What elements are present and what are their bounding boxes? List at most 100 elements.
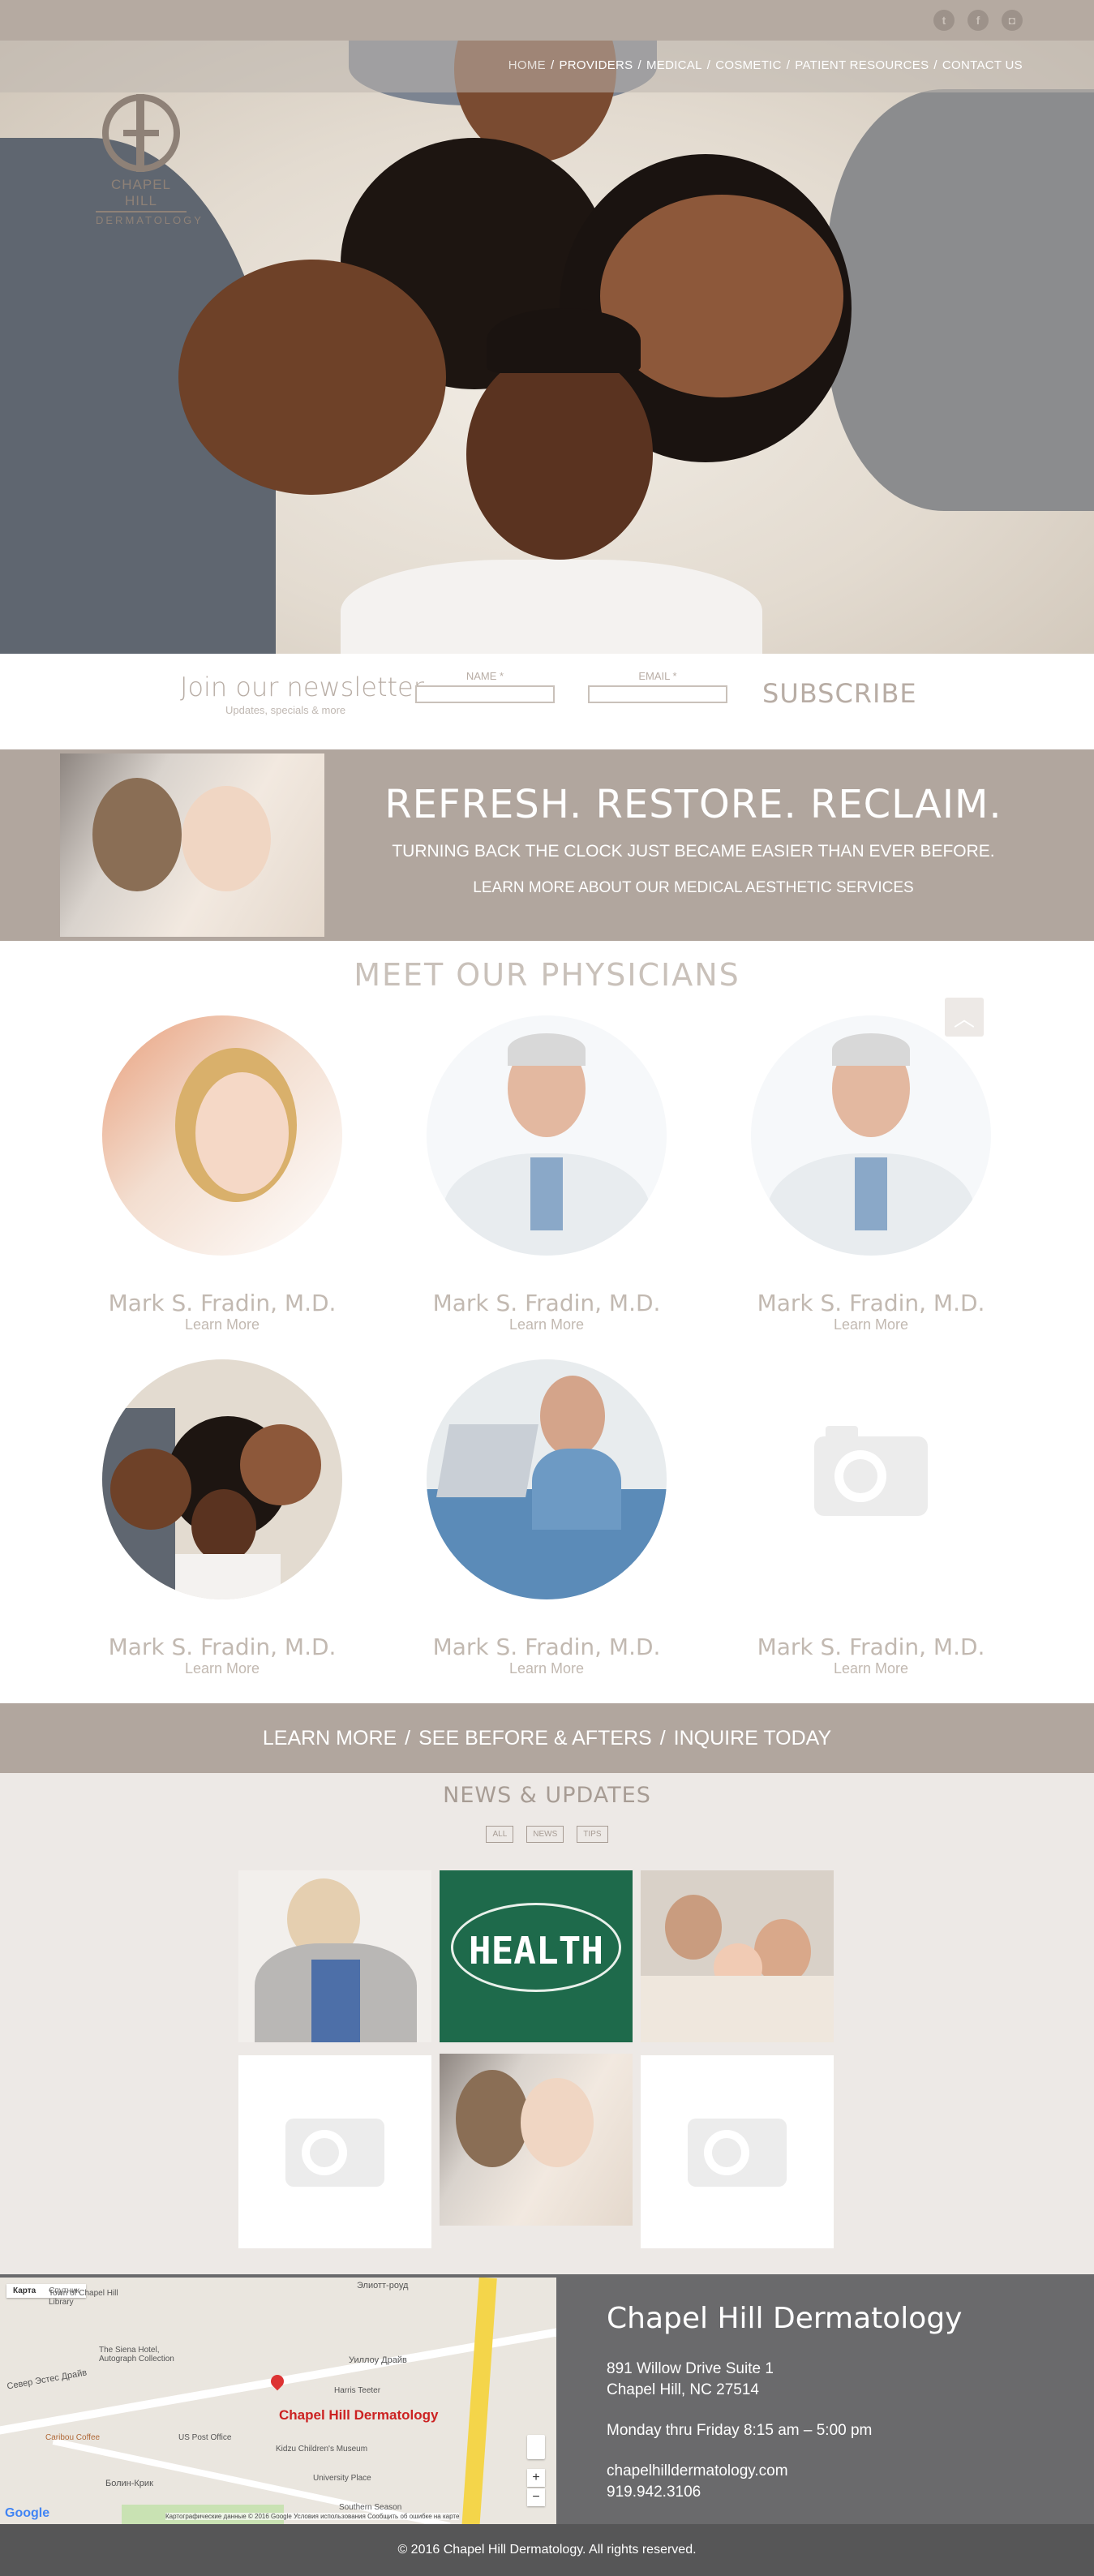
map-label: Harris Teeter xyxy=(334,2386,381,2395)
learn-more-link[interactable]: Learn More xyxy=(101,1660,344,1677)
health-board-text: HEALTH xyxy=(468,1929,604,1973)
location-map[interactable]: Карта Спутник Town of Chapel Hill Librar… xyxy=(0,2278,556,2524)
nav-cosmetic[interactable]: COSMETIC xyxy=(715,58,782,72)
map-marker-label: Chapel Hill Dermatology xyxy=(279,2407,439,2423)
nav-separator: / xyxy=(550,58,555,72)
physician-name: Mark S. Fradin, M.D. xyxy=(757,1290,985,1316)
map-label: The Siena Hotel, Autograph Collection xyxy=(99,2346,174,2363)
logo-name: Chapel Hill xyxy=(110,177,172,208)
office-hours: Monday thru Friday 8:15 am – 5:00 pm xyxy=(607,2422,873,2439)
social-links: t f ◘ xyxy=(933,10,1023,31)
physician-name: Mark S. Fradin, M.D. xyxy=(108,1290,337,1316)
learn-more-link[interactable]: Learn More xyxy=(101,1316,344,1333)
name-input[interactable] xyxy=(415,685,555,703)
physician-name: Mark S. Fradin, M.D. xyxy=(757,1634,985,1660)
newsletter-section: Join our newsletter Updates, specials & … xyxy=(0,654,1094,749)
cta-bar: LEARN MORE / SEE BEFORE & AFTERS / INQUI… xyxy=(0,1703,1094,1773)
physician-card[interactable]: Mark S. Fradin, M.D. Learn More xyxy=(749,1359,993,1677)
camera-placeholder-icon xyxy=(688,2119,787,2187)
cta-before-afters[interactable]: SEE BEFORE & AFTERS xyxy=(418,1727,652,1750)
physician-photo xyxy=(427,1359,667,1599)
map-label: University Place xyxy=(313,2474,371,2483)
physicians-title: MEET OUR PHYSICIANS xyxy=(354,957,740,993)
map-label: Уиллоу Драйв xyxy=(349,2355,407,2365)
physician-card[interactable]: Mark S. Fradin, M.D. Learn More xyxy=(101,1359,344,1677)
facebook-icon[interactable]: f xyxy=(967,10,989,31)
news-tile-placeholder[interactable] xyxy=(238,2055,431,2248)
website-link[interactable]: chapelhilldermatology.com xyxy=(607,2462,788,2480)
main-navbar: HOME / PROVIDERS / MEDICAL / COSMETIC / … xyxy=(0,41,1094,92)
aesthetic-banner: REFRESH. RESTORE. RECLAIM. TURNING BACK … xyxy=(0,749,1094,941)
physicians-section: MEET OUR PHYSICIANS ︿ Mark S. Fradin, M.… xyxy=(0,941,1094,1703)
nav-contact-us[interactable]: CONTACT US xyxy=(942,58,1023,72)
learn-more-link[interactable]: Learn More xyxy=(425,1316,668,1333)
main-nav: HOME / PROVIDERS / MEDICAL / COSMETIC / … xyxy=(508,58,1023,72)
hero-banner: HOME / PROVIDERS / MEDICAL / COSMETIC / … xyxy=(0,41,1094,654)
news-tile[interactable] xyxy=(641,1870,834,2042)
aesthetic-link[interactable]: LEARN MORE ABOUT OUR MEDICAL AESTHETIC S… xyxy=(349,879,1038,897)
map-label: Север Эстес Драйв xyxy=(6,2368,88,2392)
cta-learn-more[interactable]: LEARN MORE xyxy=(263,1727,397,1750)
news-filters: ALL NEWS TIPS xyxy=(0,1826,1094,1843)
nav-providers[interactable]: PROVIDERS xyxy=(559,58,633,72)
physician-name: Mark S. Fradin, M.D. xyxy=(432,1634,661,1660)
physician-card[interactable]: Mark S. Fradin, M.D. Learn More xyxy=(101,1015,344,1333)
aesthetic-heading: REFRESH. RESTORE. RECLAIM. xyxy=(384,782,1002,827)
physician-photo xyxy=(427,1015,667,1256)
news-tile[interactable]: HEALTH xyxy=(440,1870,633,2042)
newsletter-subtitle: Updates, specials & more xyxy=(225,704,346,716)
newsletter-email-group: EMAIL * xyxy=(588,670,727,703)
cta-inquire-today[interactable]: INQUIRE TODAY xyxy=(674,1727,831,1750)
physician-card[interactable]: Mark S. Fradin, M.D. Learn More xyxy=(425,1015,668,1333)
zoom-out-button[interactable]: − xyxy=(527,2488,545,2506)
nav-separator: / xyxy=(786,58,791,72)
news-tile-placeholder[interactable] xyxy=(641,2055,834,2248)
phone-link[interactable]: 919.942.3106 xyxy=(607,2484,701,2501)
news-section: NEWS & UPDATES ALL NEWS TIPS HEALTH xyxy=(0,1773,1094,2274)
address-line-2: Chapel Hill, NC 27514 xyxy=(607,2381,759,2398)
aesthetic-photo xyxy=(60,753,324,937)
physician-card[interactable]: Mark S. Fradin, M.D. Learn More xyxy=(425,1359,668,1677)
zoom-in-button[interactable]: + xyxy=(527,2469,545,2487)
nav-home[interactable]: HOME xyxy=(508,58,546,72)
news-tile[interactable] xyxy=(440,2054,633,2226)
learn-more-link[interactable]: Learn More xyxy=(425,1660,668,1677)
nav-patient-resources[interactable]: PATIENT RESOURCES xyxy=(795,58,929,72)
nav-medical[interactable]: MEDICAL xyxy=(646,58,702,72)
filter-tips[interactable]: TIPS xyxy=(577,1826,608,1843)
filter-all[interactable]: ALL xyxy=(486,1826,514,1843)
physician-name: Mark S. Fradin, M.D. xyxy=(432,1290,661,1316)
map-label: US Post Office xyxy=(178,2433,232,2442)
map-label: Caribou Coffee xyxy=(45,2433,101,2442)
map-marker-icon xyxy=(268,2372,287,2391)
map-label: Town of Chapel Hill Library xyxy=(49,2289,118,2307)
nav-separator: / xyxy=(933,58,937,72)
practice-name: Chapel Hill Dermatology xyxy=(607,2302,963,2335)
physician-photo xyxy=(102,1359,342,1599)
subscribe-button[interactable]: SUBSCRIBE xyxy=(762,678,917,709)
instagram-icon[interactable]: ◘ xyxy=(1002,10,1023,31)
physician-photo xyxy=(751,1015,991,1256)
top-bar: t f ◘ xyxy=(0,0,1094,41)
street-view-icon[interactable] xyxy=(527,2435,545,2459)
aesthetic-subheading: TURNING BACK THE CLOCK JUST BECAME EASIE… xyxy=(392,842,995,861)
logo-mark-icon xyxy=(102,94,180,172)
camera-placeholder-icon xyxy=(285,2119,384,2187)
email-input[interactable] xyxy=(588,685,727,703)
learn-more-link[interactable]: Learn More xyxy=(749,1660,993,1677)
learn-more-link[interactable]: Learn More xyxy=(749,1316,993,1333)
news-tile[interactable] xyxy=(238,1870,431,2042)
physician-name: Mark S. Fradin, M.D. xyxy=(108,1634,337,1660)
camera-placeholder-icon xyxy=(751,1359,991,1599)
map-attribution: Картографические данные © 2016 Google Ус… xyxy=(165,2513,460,2520)
logo-sub: Dermatology xyxy=(96,211,201,226)
physician-card[interactable]: Mark S. Fradin, M.D. Learn More xyxy=(749,1015,993,1333)
cta-separator: / xyxy=(659,1726,666,1750)
email-label: EMAIL * xyxy=(638,670,677,682)
name-label: NAME * xyxy=(465,670,504,682)
map-type-map[interactable]: Карта xyxy=(6,2284,42,2298)
contact-section: Карта Спутник Town of Chapel Hill Librar… xyxy=(0,2274,1094,2524)
filter-news[interactable]: NEWS xyxy=(526,1826,564,1843)
twitter-icon[interactable]: t xyxy=(933,10,955,31)
site-logo[interactable]: Chapel Hill Dermatology xyxy=(96,94,201,226)
